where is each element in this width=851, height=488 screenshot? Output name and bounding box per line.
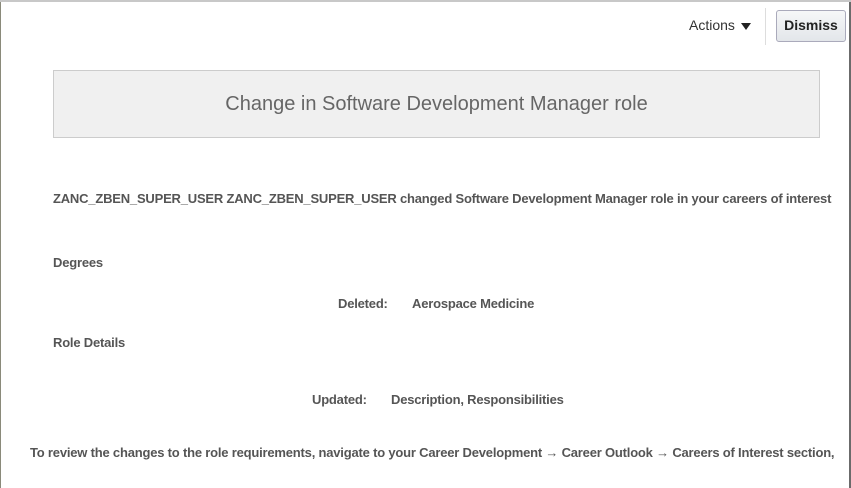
page-title: Change in Software Development Manager r…	[53, 70, 820, 138]
degrees-change-value: Aerospace Medicine	[412, 296, 535, 311]
degrees-change-label: Deleted:	[338, 296, 388, 311]
left-edge	[0, 2, 1, 488]
toolbar-divider	[765, 8, 766, 45]
actions-menu-button[interactable]: Actions	[689, 17, 751, 33]
notification-message: ZANC_ZBEN_SUPER_USER ZANC_ZBEN_SUPER_USE…	[53, 191, 832, 206]
footer-instructions: To review the changes to the role requir…	[30, 445, 835, 460]
role-details-change-value: Description, Responsibilities	[391, 392, 564, 407]
role-details-change-label: Updated:	[312, 392, 367, 407]
caret-down-icon	[740, 22, 751, 30]
dismiss-button[interactable]: Dismiss	[776, 10, 846, 42]
role-details-heading: Role Details	[53, 335, 126, 350]
actions-label: Actions	[689, 17, 735, 33]
degrees-heading: Degrees	[53, 255, 103, 270]
